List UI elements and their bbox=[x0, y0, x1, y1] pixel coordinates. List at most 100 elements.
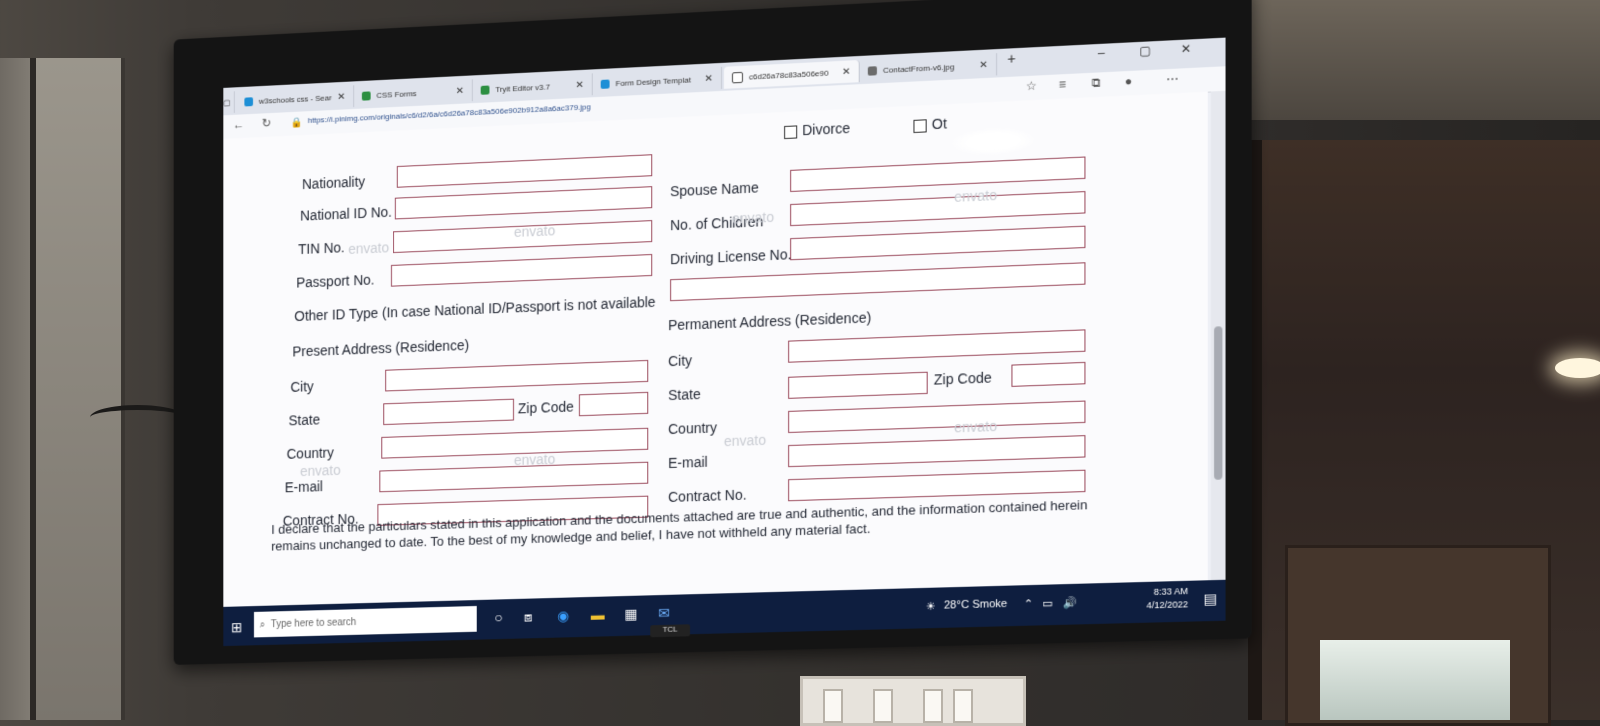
cortana-icon[interactable]: ○ bbox=[494, 609, 502, 625]
national-id-label: National ID No. bbox=[300, 203, 392, 224]
weather-label[interactable]: 28°C Smoke bbox=[944, 598, 1007, 612]
restore-icon[interactable]: ▢ bbox=[1139, 43, 1151, 58]
watermark: envato bbox=[731, 208, 775, 227]
other-label: Ot bbox=[931, 115, 947, 133]
volume-icon[interactable]: 🔊 bbox=[1063, 596, 1077, 610]
present-email-label: E-mail bbox=[284, 478, 323, 496]
taskbar-clock[interactable]: 8:33 AM 4/12/2022 bbox=[1146, 585, 1188, 613]
windows-start-icon[interactable]: ⊞ bbox=[231, 619, 242, 636]
watermark: envato bbox=[513, 450, 556, 469]
national-id-field[interactable] bbox=[394, 186, 653, 220]
permanent-zip-field[interactable] bbox=[1011, 361, 1086, 387]
other-id-label: Other ID Type (In case National ID/Passp… bbox=[294, 293, 656, 325]
room-monitor bbox=[1320, 640, 1510, 720]
close-icon[interactable]: ✕ bbox=[576, 79, 584, 90]
permanent-zip-label: Zip Code bbox=[933, 369, 992, 388]
power-outlet bbox=[800, 676, 1026, 726]
image-icon bbox=[867, 65, 877, 76]
favorite-icon[interactable]: ☆ bbox=[1026, 79, 1037, 94]
spouse-label: Spouse Name bbox=[670, 179, 759, 200]
present-state-field[interactable] bbox=[383, 398, 514, 426]
permanent-country-field[interactable] bbox=[788, 400, 1086, 434]
task-view-icon[interactable]: ⧈ bbox=[524, 608, 533, 625]
collections-icon[interactable]: ⧉ bbox=[1092, 75, 1101, 91]
bing-icon bbox=[600, 78, 610, 89]
nationality-label: Nationality bbox=[302, 173, 366, 193]
divorce-label: Divorce bbox=[802, 119, 851, 139]
permanent-city-field[interactable] bbox=[788, 329, 1086, 363]
watermark: envato bbox=[723, 431, 767, 450]
close-window-icon[interactable]: ✕ bbox=[1181, 41, 1191, 56]
new-tab-button[interactable]: + bbox=[1007, 50, 1015, 67]
scrollbar[interactable] bbox=[1210, 90, 1226, 581]
tab-actions-icon[interactable]: ▢ bbox=[223, 91, 235, 114]
passport-field[interactable] bbox=[390, 254, 653, 287]
other-checkbox[interactable] bbox=[913, 119, 927, 134]
page-icon bbox=[731, 71, 743, 83]
bing-icon bbox=[244, 96, 254, 106]
passport-label: Passport No. bbox=[296, 271, 375, 291]
children-field[interactable] bbox=[790, 191, 1086, 227]
permanent-address-label: Permanent Address (Residence) bbox=[668, 309, 872, 334]
notification-icon[interactable]: ▤ bbox=[1203, 590, 1217, 608]
watermark: envato bbox=[954, 186, 998, 205]
tab-css-forms[interactable]: CSS Forms ✕ bbox=[354, 79, 473, 107]
present-city-field[interactable] bbox=[385, 359, 649, 392]
weather-icon[interactable]: ☀ bbox=[926, 600, 936, 613]
more-icon[interactable]: ⋯ bbox=[1166, 72, 1178, 87]
w3-icon bbox=[361, 90, 371, 101]
close-icon[interactable]: ✕ bbox=[456, 85, 464, 96]
tab-tryit-editor[interactable]: Tryit Editor v3.7 ✕ bbox=[472, 73, 593, 102]
tin-label: TIN No. bbox=[298, 239, 345, 258]
minimize-icon[interactable]: – bbox=[1098, 46, 1105, 61]
present-address-label: Present Address (Residence) bbox=[292, 336, 470, 360]
profile-icon[interactable]: ● bbox=[1125, 74, 1133, 89]
close-icon[interactable]: ✕ bbox=[979, 59, 988, 71]
close-icon[interactable]: ✕ bbox=[842, 66, 850, 77]
permanent-country-label: Country bbox=[668, 419, 718, 438]
permanent-city-label: City bbox=[668, 352, 693, 370]
watermark: envato bbox=[954, 417, 998, 436]
tv-brand-logo: TCL bbox=[650, 624, 691, 638]
back-icon[interactable]: ← bbox=[233, 117, 244, 131]
present-city-label: City bbox=[290, 378, 314, 395]
close-icon[interactable]: ✕ bbox=[337, 91, 345, 102]
favorites-list-icon[interactable]: ≡ bbox=[1059, 77, 1066, 92]
permanent-state-field[interactable] bbox=[788, 371, 928, 399]
permanent-contract-label: Contract No. bbox=[668, 486, 747, 505]
store-icon[interactable]: ▦ bbox=[624, 606, 637, 623]
tv: ▢ w3schools css - Searc ✕ CSS Forms ✕ Tr… bbox=[173, 0, 1252, 665]
spouse-field[interactable] bbox=[790, 156, 1086, 192]
close-icon[interactable]: ✕ bbox=[705, 73, 713, 84]
scroll-thumb[interactable] bbox=[1214, 326, 1223, 480]
watermark: envato bbox=[348, 239, 390, 257]
whiteboard-frame bbox=[30, 58, 125, 720]
taskbar-search[interactable]: ⌕ Type here to search bbox=[253, 605, 477, 638]
tray-chevron-icon[interactable]: ⌃ bbox=[1024, 597, 1033, 610]
w3-icon bbox=[480, 84, 490, 95]
room-ceiling bbox=[1230, 0, 1600, 120]
permanent-state-label: State bbox=[668, 385, 701, 404]
edge-icon[interactable]: ◉ bbox=[557, 607, 569, 624]
driving-license-label: Driving License No. bbox=[670, 246, 792, 268]
search-icon: ⌕ bbox=[259, 619, 266, 630]
present-zip-field[interactable] bbox=[578, 391, 649, 417]
nationality-field[interactable] bbox=[396, 154, 653, 188]
network-icon[interactable]: ▭ bbox=[1042, 597, 1053, 610]
tv-cable bbox=[90, 405, 185, 430]
form-page: Divorce Ot Nationality National ID No. T… bbox=[223, 91, 1208, 607]
divorce-checkbox[interactable] bbox=[784, 125, 798, 140]
refresh-icon[interactable]: ↻ bbox=[262, 116, 272, 130]
ceiling-light bbox=[1555, 358, 1600, 378]
driving-license-field[interactable] bbox=[790, 225, 1086, 261]
tab-w3schools-search[interactable]: w3schools css - Searc ✕ bbox=[236, 85, 355, 113]
lock-icon: 🔒 bbox=[290, 117, 303, 129]
file-explorer-icon[interactable]: ▬ bbox=[591, 607, 605, 623]
permanent-email-label: E-mail bbox=[668, 453, 708, 472]
present-state-label: State bbox=[288, 411, 321, 429]
screen: ▢ w3schools css - Searc ✕ CSS Forms ✕ Tr… bbox=[223, 37, 1226, 647]
other-id-field[interactable] bbox=[670, 262, 1086, 302]
mail-icon[interactable]: ✉ bbox=[658, 605, 670, 622]
permanent-email-field[interactable] bbox=[788, 435, 1086, 468]
screen-glare bbox=[952, 126, 1035, 157]
